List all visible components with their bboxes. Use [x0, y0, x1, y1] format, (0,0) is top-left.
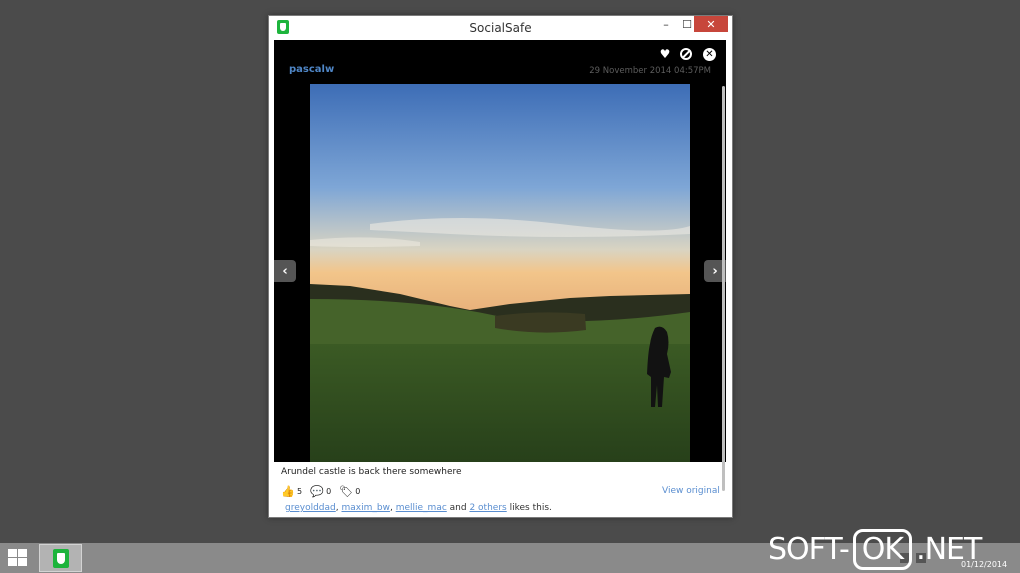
vertical-scrollbar[interactable] — [722, 86, 725, 491]
others-link[interactable]: 2 others — [469, 503, 506, 513]
title-bar[interactable]: SocialSafe – ☐ ✕ — [269, 16, 732, 40]
post-photo — [310, 84, 690, 462]
comments-count: 0 — [326, 487, 332, 496]
liker-link[interactable]: maxim_bw — [342, 503, 390, 513]
close-circle-icon[interactable]: ✕ — [703, 48, 716, 61]
watermark-left: SOFT- — [768, 531, 850, 567]
taskbar-socialsafe-button[interactable] — [39, 544, 82, 572]
post-username[interactable]: pascalw — [289, 64, 334, 75]
close-button[interactable]: ✕ — [694, 16, 728, 32]
liker-link[interactable]: greyolddad — [285, 503, 336, 513]
post-viewer: pascalw 29 November 2014 04:57PM ♥ ✕ ‹ › — [274, 40, 726, 462]
thumbs-up-icon[interactable]: 👍 — [281, 486, 295, 497]
chevron-left-icon[interactable]: ‹ — [274, 260, 296, 282]
and-text: and — [449, 503, 467, 513]
post-timestamp: 29 November 2014 04:57PM — [589, 66, 711, 76]
tags-count: 0 — [355, 487, 361, 496]
hedge — [495, 312, 586, 333]
watermark-mid: OK — [852, 528, 913, 570]
windows-start-icon[interactable] — [8, 549, 28, 567]
minimize-button[interactable]: – — [656, 16, 676, 32]
heart-icon[interactable]: ♥ — [658, 47, 672, 61]
separator: , — [335, 503, 339, 513]
liked-by-line: greyolddad, maxim_bw, mellie_mac and 2 o… — [285, 503, 552, 513]
socialsafe-taskbar-icon — [53, 549, 69, 568]
likes-suffix: likes this. — [509, 503, 552, 513]
comment-icon[interactable]: 💬 — [310, 486, 324, 497]
sky — [310, 84, 690, 314]
separator: , — [389, 503, 393, 513]
tag-icon[interactable]: 🏷 — [339, 486, 353, 497]
post-caption: Arundel castle is back there somewhere — [281, 467, 462, 477]
watermark-right: .NET — [916, 531, 982, 567]
field — [310, 344, 690, 462]
block-icon[interactable] — [680, 48, 692, 60]
socialsafe-window: SocialSafe – ☐ ✕ pascalw 29 November 201… — [268, 15, 733, 518]
liker-link[interactable]: mellie_mac — [396, 503, 447, 513]
post-stats: 👍 5 💬 0 🏷 0 — [281, 486, 368, 497]
view-original-link[interactable]: View original — [662, 486, 720, 496]
soft-ok-watermark: SOFT- OK .NET — [768, 525, 1012, 573]
likes-count: 5 — [297, 487, 303, 496]
